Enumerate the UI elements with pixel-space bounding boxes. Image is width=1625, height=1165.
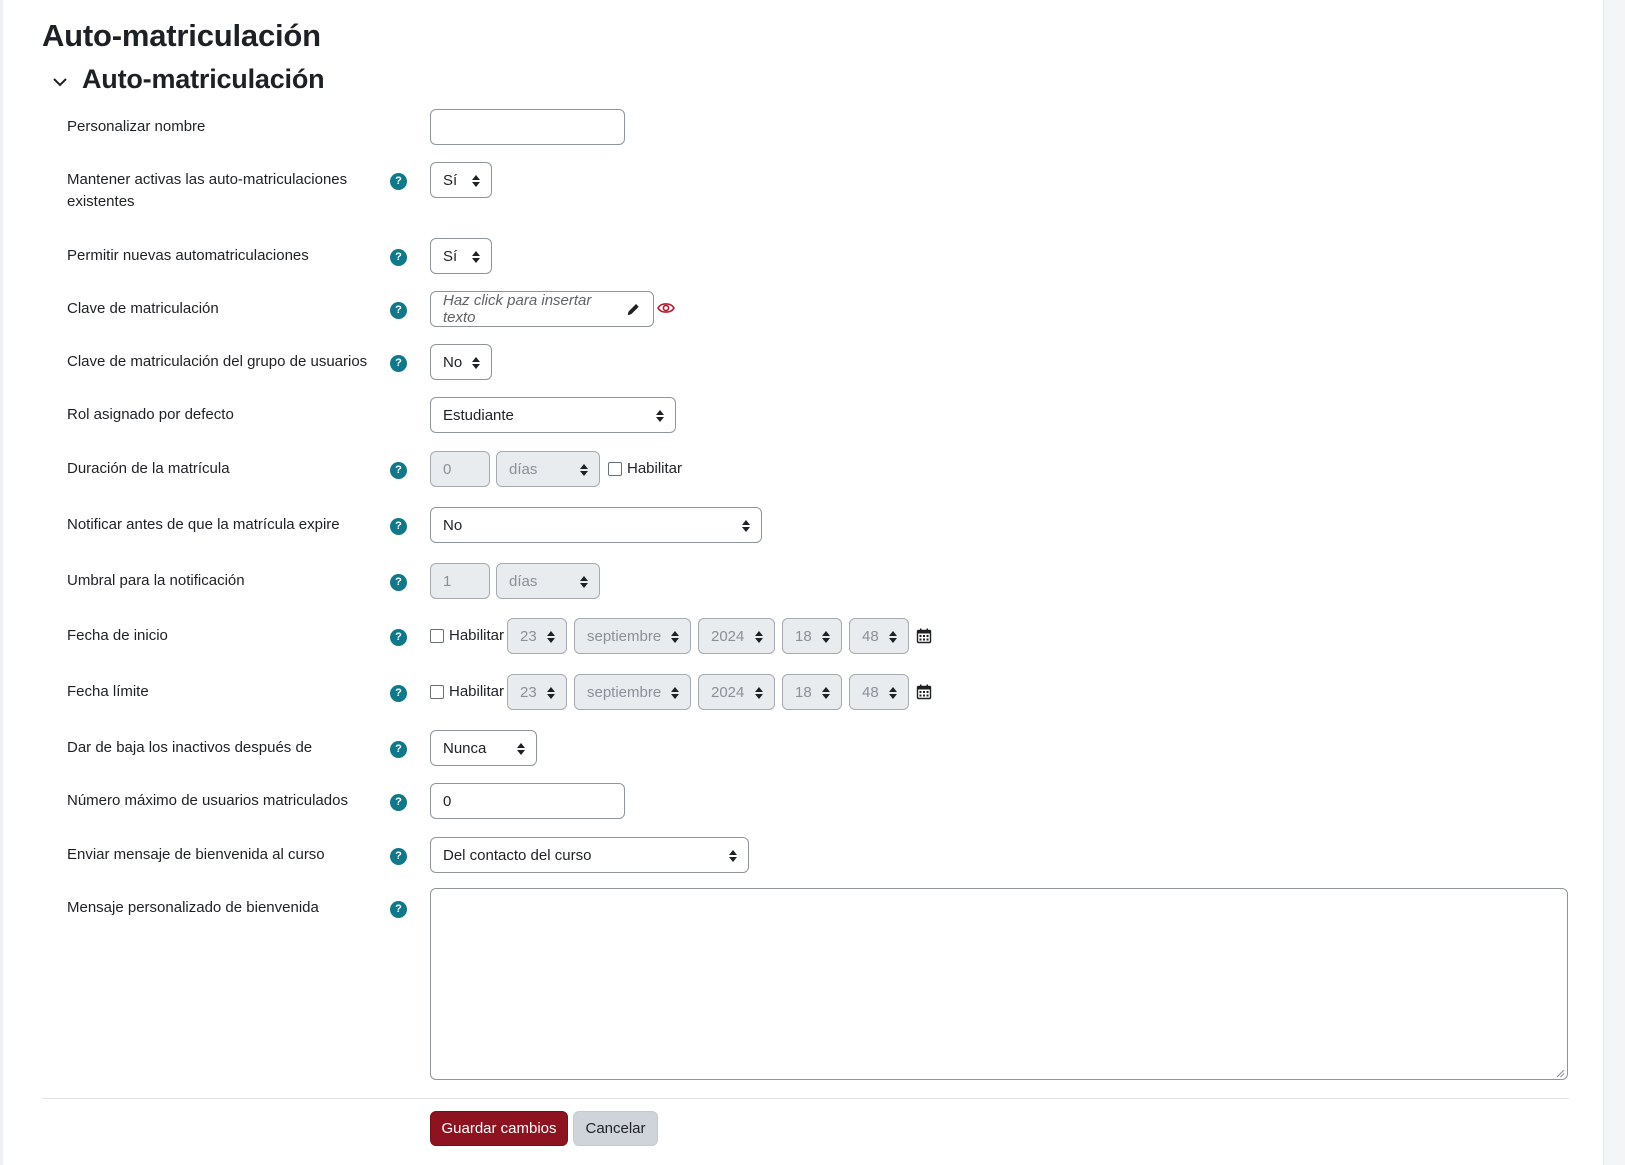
form-row-max-enrolled: Número máximo de usuarios matriculados ?… <box>0 783 1600 819</box>
end-day-select[interactable]: 23 <box>507 674 567 710</box>
form-row-start-date: Fecha de inicio ? Habilitar 23 septiembr… <box>0 618 1600 654</box>
welcome-message-textarea[interactable] <box>430 888 1568 1080</box>
default-role-select[interactable]: Estudiante <box>430 397 676 433</box>
end-date-enable-checkbox[interactable]: Habilitar <box>430 683 504 700</box>
group-key-select[interactable]: No <box>430 344 492 380</box>
scrollbar-track[interactable] <box>1603 0 1625 1165</box>
field-label: Mensaje personalizado de bienvenida <box>67 899 319 916</box>
field-label: Dar de baja los inactivos después de <box>67 739 313 756</box>
checkbox-box <box>608 461 622 476</box>
end-minute-select[interactable]: 48 <box>849 674 909 710</box>
end-hour-select[interactable]: 18 <box>782 674 842 710</box>
end-month-select[interactable]: septiembre <box>574 674 691 710</box>
field-label: Mantener activas las auto-matriculacione… <box>67 171 348 210</box>
checkbox-label: Habilitar <box>449 627 505 644</box>
enrolment-form-page: Auto-matriculación Auto-matriculación Pe… <box>0 0 1600 1165</box>
cancel-button[interactable]: Cancelar <box>573 1111 658 1146</box>
field-label: Umbral para la notificación <box>67 572 245 589</box>
form-row-allow-new: Permitir nuevas automatriculaciones ? Sí <box>0 238 1600 274</box>
form-row-unenrol-inactive: Dar de baja los inactivos después de ? N… <box>0 730 1600 766</box>
max-enrolled-input[interactable]: 0 <box>430 783 625 819</box>
help-icon[interactable]: ? <box>390 848 407 865</box>
send-welcome-select[interactable]: Del contacto del curso <box>430 837 749 873</box>
chevron-down-icon <box>53 77 67 86</box>
field-label: Clave de matriculación del grupo de usua… <box>67 353 368 370</box>
field-label: Fecha límite <box>67 683 149 700</box>
form-row-keep-existing: Mantener activas las auto-matriculacione… <box>0 162 1600 212</box>
form-row-enrol-key: Clave de matriculación ? Haz click para … <box>0 291 1600 327</box>
form-footer-divider <box>42 1098 1569 1099</box>
checkbox-label: Habilitar <box>627 460 683 477</box>
checkbox-box <box>430 628 444 643</box>
save-changes-button[interactable]: Guardar cambios <box>430 1111 568 1146</box>
form-row-notify-expiry: Notificar antes de que la matrícula expi… <box>0 507 1600 543</box>
duration-number-input[interactable]: 0 <box>430 451 490 487</box>
help-icon[interactable]: ? <box>390 741 407 758</box>
enrol-key-input[interactable]: Haz click para insertar texto <box>430 291 654 327</box>
calendar-icon[interactable] <box>916 628 932 644</box>
enrol-key-placeholder: Haz click para insertar texto <box>443 292 592 326</box>
field-label: Notificar antes de que la matrícula expi… <box>67 516 340 533</box>
threshold-number-input[interactable]: 1 <box>430 563 490 599</box>
calendar-icon[interactable] <box>916 684 932 700</box>
field-label: Personalizar nombre <box>67 118 206 135</box>
end-year-select[interactable]: 2024 <box>698 674 775 710</box>
custom-name-input[interactable] <box>430 109 625 145</box>
help-icon[interactable]: ? <box>390 518 407 535</box>
help-icon[interactable]: ? <box>390 355 407 372</box>
duration-enable-checkbox[interactable]: Habilitar <box>608 460 682 477</box>
reveal-password-eye-icon[interactable] <box>657 301 675 315</box>
form-row-notify-threshold: Umbral para la notificación ? 1 días <box>0 563 1600 599</box>
field-label: Rol asignado por defecto <box>67 406 234 423</box>
page-title: Auto-matriculación <box>42 18 321 53</box>
textarea-resize-handle-icon[interactable] <box>1555 1068 1565 1078</box>
start-year-select[interactable]: 2024 <box>698 618 775 654</box>
allow-new-select[interactable]: Sí <box>430 238 492 274</box>
start-month-select[interactable]: septiembre <box>574 618 691 654</box>
section-title: Auto-matriculación <box>82 64 325 94</box>
field-label: Duración de la matrícula <box>67 460 230 477</box>
form-row-custom-name: Personalizar nombre <box>0 109 1600 145</box>
help-icon[interactable]: ? <box>390 685 407 702</box>
form-row-default-role: Rol asignado por defecto Estudiante <box>0 397 1600 433</box>
unenrol-inactive-select[interactable]: Nunca <box>430 730 537 766</box>
help-icon[interactable]: ? <box>390 302 407 319</box>
form-row-group-key: Clave de matriculación del grupo de usua… <box>0 344 1600 380</box>
start-minute-select[interactable]: 48 <box>849 618 909 654</box>
duration-unit-select[interactable]: días <box>496 451 600 487</box>
field-label: Fecha de inicio <box>67 627 168 644</box>
help-icon[interactable]: ? <box>390 794 407 811</box>
checkbox-box <box>430 684 444 699</box>
pencil-icon <box>628 303 640 315</box>
field-label: Permitir nuevas automatriculaciones <box>67 247 309 264</box>
collapse-section-toggle[interactable] <box>48 70 72 94</box>
threshold-unit-select[interactable]: días <box>496 563 600 599</box>
help-icon[interactable]: ? <box>390 462 407 479</box>
notify-expiry-select[interactable]: No <box>430 507 762 543</box>
help-icon[interactable]: ? <box>390 901 407 918</box>
start-date-enable-checkbox[interactable]: Habilitar <box>430 627 504 644</box>
help-icon[interactable]: ? <box>390 173 407 190</box>
keep-existing-select[interactable]: Sí <box>430 162 492 198</box>
field-label: Número máximo de usuarios matriculados <box>67 792 348 809</box>
form-row-end-date: Fecha límite ? Habilitar 23 septiembre 2… <box>0 674 1600 710</box>
field-label: Enviar mensaje de bienvenida al curso <box>67 846 325 863</box>
help-icon[interactable]: ? <box>390 629 407 646</box>
form-row-duration: Duración de la matrícula ? 0 días Habili… <box>0 451 1600 487</box>
field-label: Clave de matriculación <box>67 300 219 317</box>
start-day-select[interactable]: 23 <box>507 618 567 654</box>
start-hour-select[interactable]: 18 <box>782 618 842 654</box>
form-row-send-welcome: Enviar mensaje de bienvenida al curso ? … <box>0 837 1600 873</box>
help-icon[interactable]: ? <box>390 574 407 591</box>
help-icon[interactable]: ? <box>390 249 407 266</box>
checkbox-label: Habilitar <box>449 683 505 700</box>
